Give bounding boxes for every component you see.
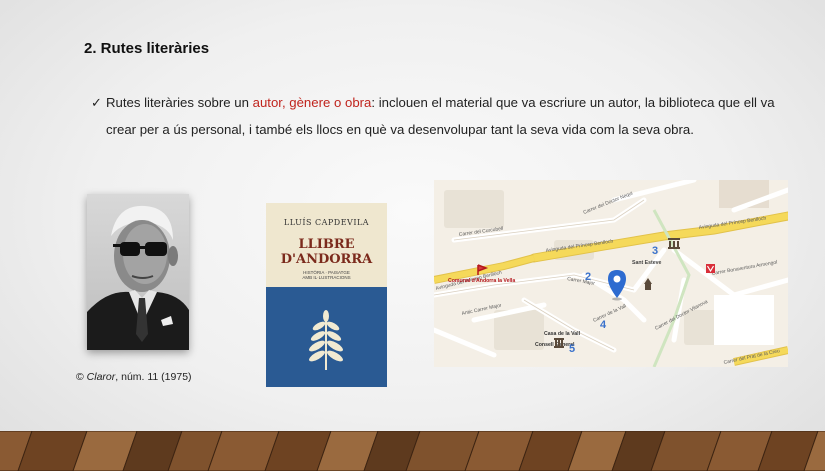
bullet-text-pre: Rutes literàries sobre un — [106, 95, 253, 110]
checkmark-icon: ✓ — [91, 95, 103, 110]
wooden-floor — [0, 431, 825, 471]
portrait-caption: © Claror, núm. 11 (1975) — [76, 371, 192, 383]
caption-rest: , núm. 11 (1975) — [115, 371, 192, 383]
museum-icon — [668, 238, 680, 249]
marker-2: 2 — [585, 271, 591, 283]
book-title-line2: D'ANDORRA — [280, 252, 373, 267]
book-author: LLUÍS CAPDEVILA — [283, 218, 370, 227]
slide: 2. Rutes literàries ✓ Rutes literàries s… — [0, 0, 825, 471]
laurel-emblem-icon — [309, 310, 343, 370]
bullet-highlight: autor, gènere o obra — [252, 95, 372, 110]
book-subtitle-text2: AMB IL·LUSTRACIONS — [302, 275, 351, 280]
place-comunal: Comunal d'Andorra la Vella — [448, 278, 515, 284]
book-cover: LLUÍS CAPDEVILA LLIBRE D'ANDORRA HISTÒRI… — [266, 203, 387, 387]
portrait-drawing — [87, 194, 189, 350]
book-title-line1: LLIBRE — [298, 237, 355, 252]
book-cover-label: LLUÍS CAPDEVILA LLIBRE D'ANDORRA HISTÒRI… — [266, 203, 387, 287]
map-canvas: Carrer del Doctor Nequi Avinguda del Prí… — [434, 180, 788, 367]
marker-3: 3 — [652, 245, 658, 257]
bullet-paragraph: ✓ Rutes literàries sobre un autor, gèner… — [91, 89, 791, 143]
marker-4: 4 — [600, 319, 607, 331]
bullet-text: Rutes literàries sobre un autor, gènere … — [91, 89, 791, 143]
slide-title: 2. Rutes literàries — [84, 40, 210, 57]
copyright-symbol: © — [76, 371, 84, 383]
marker-5: 5 — [569, 343, 575, 355]
place-casa-vall: Casa de la Vall — [544, 331, 581, 337]
museum-icon-2 — [554, 338, 564, 348]
place-sant-esteve: Sant Esteve — [632, 260, 662, 266]
author-portrait — [87, 194, 189, 350]
caption-title: Claror — [86, 371, 116, 383]
floor-boards — [0, 431, 825, 471]
route-map[interactable]: Carrer del Doctor Nequi Avinguda del Prí… — [434, 180, 788, 367]
book-subtitle: HISTÒRIA · PAISATGE AMB IL·LUSTRACIONS — [266, 270, 387, 280]
